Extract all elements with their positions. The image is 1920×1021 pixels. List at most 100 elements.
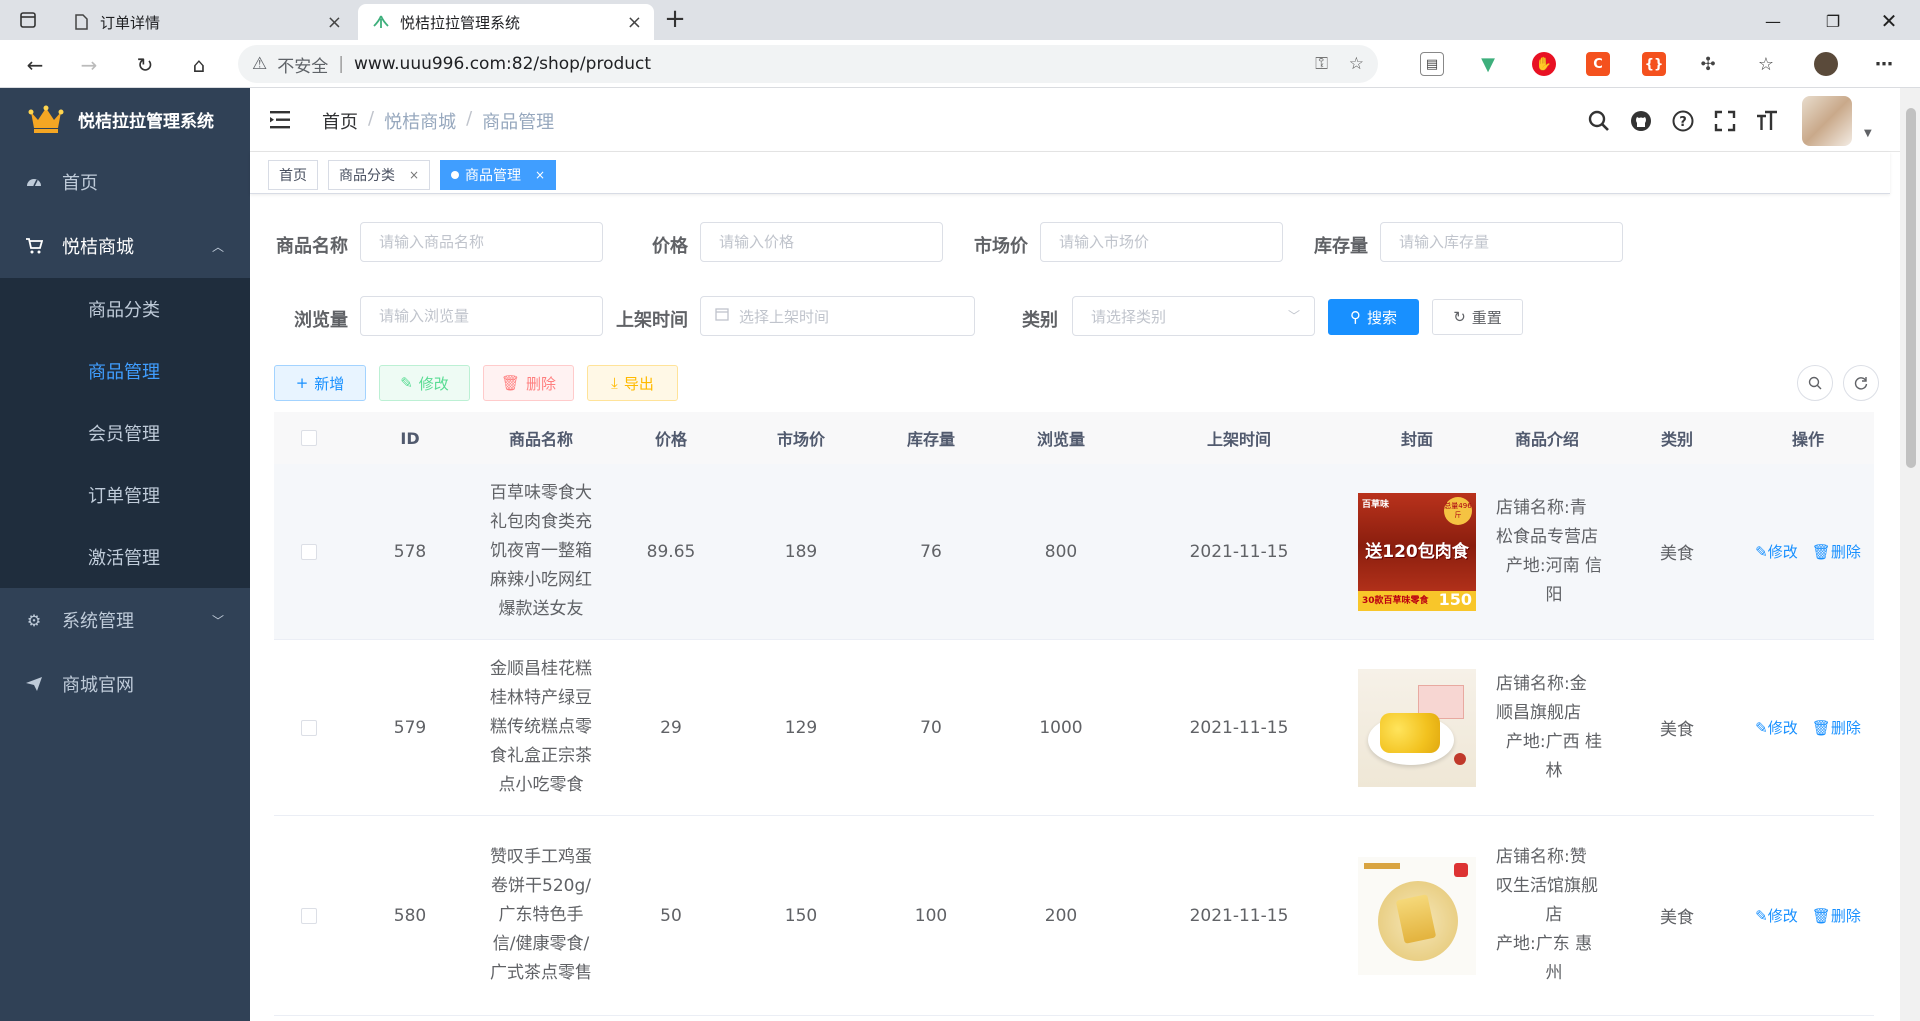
adblock-icon[interactable]: ✋ [1532, 52, 1556, 76]
row-edit-button[interactable]: ✎修改 [1755, 717, 1798, 738]
stock-input[interactable] [1380, 222, 1623, 262]
sidebar-item-category[interactable]: 商品分类 [0, 278, 250, 340]
refresh-icon[interactable] [1843, 365, 1879, 401]
table-row[interactable]: 579 金顺昌桂花糕 桂林特产绿豆 糕传统糕点零 食礼盒正宗茶 点小吃零食 29 129… [274, 640, 1874, 816]
help-icon[interactable]: ? [1670, 108, 1696, 134]
restore-icon[interactable]: ❐ [1810, 8, 1856, 34]
product-cover-image[interactable]: 百草味 总量496斤 送120包肉食 30款百草味零食 150 [1358, 492, 1476, 611]
product-table: ID 商品名称 价格 市场价 库存量 浏览量 上架时间 封面 商品介绍 类别 操… [274, 412, 1874, 1016]
cell-actions: ✎修改 🗑删除 [1742, 541, 1874, 562]
toggle-search-icon[interactable] [1797, 365, 1833, 401]
user-avatar[interactable] [1802, 96, 1852, 146]
github-icon[interactable] [1628, 108, 1654, 134]
scrollbar-thumb[interactable] [1906, 108, 1916, 468]
sidebar-item-home[interactable]: 首页 [0, 150, 250, 214]
sidebar-item-activation[interactable]: 激活管理 [0, 526, 250, 588]
warning-icon: ⚠ [252, 54, 268, 74]
category-select[interactable]: 请选择类别 ﹀ [1072, 296, 1315, 336]
edit-button[interactable]: ✎ 修改 [379, 365, 470, 401]
product-cover-image[interactable] [1358, 856, 1476, 975]
trash-icon: 🗑 [1811, 719, 1831, 737]
delete-button[interactable]: 🗑 删除 [483, 365, 574, 401]
favorites-icon[interactable]: ☆ [1754, 52, 1778, 76]
search-icon[interactable] [1586, 108, 1612, 134]
close-icon[interactable]: × [409, 168, 419, 182]
sidebar-item-product[interactable]: 商品管理 [0, 340, 250, 402]
key-icon[interactable]: ⚿ [1315, 54, 1328, 74]
row-delete-button[interactable]: 🗑删除 [1812, 905, 1861, 926]
sidebar-item-order[interactable]: 订单管理 [0, 464, 250, 526]
table-row[interactable]: 578 百草味零食大 礼包肉食类充 饥夜宵一整箱 麻辣小吃网红 爆款送女友 89.65 … [274, 464, 1874, 640]
page-scrollbar[interactable] [1900, 88, 1920, 1021]
views-input[interactable] [360, 296, 603, 336]
close-window-icon[interactable]: ✕ [1866, 8, 1912, 34]
collections-icon[interactable]: ▤ [1420, 52, 1444, 76]
hamburger-icon[interactable] [270, 110, 292, 130]
send-icon [24, 674, 44, 694]
search-button[interactable]: ⚲ 搜索 [1328, 299, 1419, 335]
site-favicon-icon [372, 13, 390, 31]
row-delete-button[interactable]: 🗑删除 [1812, 541, 1861, 562]
row-checkbox[interactable] [301, 719, 317, 736]
tag-product[interactable]: 商品管理 × [440, 160, 557, 190]
extension-c-icon[interactable]: C [1586, 52, 1610, 76]
address-bar[interactable]: ⚠ 不安全 | www.uuu996.com:82/shop/product ⚿… [238, 45, 1378, 83]
cell-price: 50 [660, 905, 682, 926]
market-price-input[interactable] [1040, 222, 1283, 262]
edit-icon: ✎ [1755, 543, 1768, 561]
crown-logo-icon [28, 105, 64, 133]
sidebar-item-member[interactable]: 会员管理 [0, 402, 250, 464]
col-date: 上架时间 [1206, 430, 1271, 449]
close-icon[interactable]: × [535, 168, 545, 182]
row-edit-button[interactable]: ✎修改 [1755, 541, 1798, 562]
row-checkbox[interactable] [301, 907, 317, 924]
sidebar-item-mall[interactable]: 悦桔商城 ︿ [0, 214, 250, 278]
cell-actions: ✎修改 🗑删除 [1742, 717, 1874, 738]
forward-icon[interactable]: → [74, 50, 104, 80]
vue-devtools-icon[interactable]: ▼ [1476, 52, 1500, 76]
row-edit-button[interactable]: ✎修改 [1755, 905, 1798, 926]
add-button[interactable]: + 新增 [274, 365, 366, 401]
close-tab-icon[interactable]: × [327, 12, 342, 33]
sidebar-item-website[interactable]: 商城官网 [0, 652, 250, 716]
breadcrumb-item[interactable]: 悦桔商城 [384, 108, 456, 134]
font-size-icon[interactable] [1754, 108, 1780, 134]
reload-icon[interactable]: ↻ [130, 50, 160, 80]
sidebar-item-system[interactable]: ⚙ 系统管理 ﹀ [0, 588, 250, 652]
tag-home[interactable]: 首页 [268, 160, 318, 190]
close-tab-icon[interactable]: × [627, 12, 642, 33]
profile-avatar[interactable] [1814, 52, 1838, 76]
back-icon[interactable]: ← [20, 50, 50, 80]
price-input[interactable] [700, 222, 943, 262]
product-name-input[interactable] [360, 222, 603, 262]
more-menu-icon[interactable]: ⋯ [1872, 52, 1896, 76]
row-checkbox[interactable] [301, 543, 317, 560]
browser-tab-order-detail[interactable]: 订单详情 × [58, 4, 354, 40]
breadcrumb-item[interactable]: 首页 [322, 108, 358, 134]
product-cover-image[interactable] [1358, 668, 1476, 787]
browser-tab-admin[interactable]: 悦桔拉拉管理系统 × [358, 4, 654, 40]
cell-market-price: 129 [784, 717, 818, 738]
fullscreen-icon[interactable] [1712, 108, 1738, 134]
json-extension-icon[interactable]: {} [1642, 52, 1666, 76]
dashboard-icon [24, 172, 44, 192]
sidebar: 悦桔拉拉管理系统 首页 悦桔商城 ︿ 商品分类 商品管理 会员管理 订单管理 激… [0, 88, 250, 1021]
row-delete-button[interactable]: 🗑删除 [1812, 717, 1861, 738]
home-icon[interactable]: ⌂ [184, 50, 214, 80]
select-all-checkbox[interactable] [301, 430, 317, 446]
tab-actions-icon[interactable] [14, 6, 42, 34]
cell-market-price: 189 [784, 541, 818, 562]
caret-down-icon[interactable]: ▼ [1864, 128, 1872, 139]
new-tab-icon[interactable]: + [660, 6, 690, 36]
cell-intro: 店铺名称:青 松食品专营店 产地:河南 信阳 [1496, 497, 1603, 605]
reset-button[interactable]: ↻ 重置 [1432, 299, 1523, 335]
export-button[interactable]: ⤓ 导出 [587, 365, 678, 401]
add-favorite-icon[interactable]: ☆ [1349, 54, 1364, 74]
table-row[interactable]: 580 赞叹手工鸡蛋 卷饼干520g/广东特色手 信/健康零食/广式茶点零售 50 … [274, 816, 1874, 1016]
tag-category[interactable]: 商品分类 × [328, 160, 431, 190]
extensions-icon[interactable]: ✣ [1696, 52, 1720, 76]
list-time-picker[interactable]: 选择上架时间 [700, 296, 975, 336]
minimize-icon[interactable]: — [1750, 8, 1796, 34]
label-market-price: 市场价 [974, 236, 1028, 257]
page-icon [72, 13, 90, 31]
